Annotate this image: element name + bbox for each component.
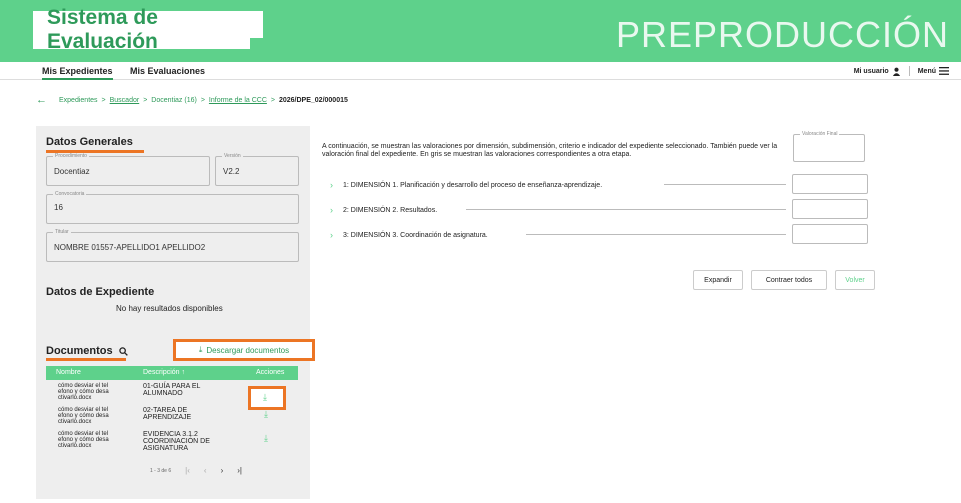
description-text: A continuación, se muestran las valoraci… [322,143,778,158]
divider [664,184,786,185]
breadcrumb-item-informe[interactable]: Informe de la CCC [209,97,267,104]
back-button[interactable]: Volver [835,270,875,290]
dimension-label: 2: DIMENSIÓN 2. Resultados. [343,206,438,214]
breadcrumb-separator: > [143,96,148,104]
user-icon [892,67,900,76]
chevron-right-icon[interactable]: › [330,180,333,190]
download-documents-label: Descargar documentos [206,345,290,355]
menu-label: Menú [917,67,936,75]
hamburger-icon [939,67,949,75]
document-description: EVIDENCIA 3.1.2 COORDINACIÓN DE ASIGNATU… [143,431,210,452]
first-page-icon[interactable]: |‹ [185,466,190,475]
pagination: 1 - 3 de 6 |‹ ‹ › ›| [150,466,242,475]
logo-notch [250,38,264,50]
breadcrumb-item-buscador[interactable]: Buscador [110,97,140,104]
collapse-all-button[interactable]: Contraer todos [751,270,827,290]
user-menu-button[interactable]: Mi usuario [854,67,901,76]
back-arrow-icon[interactable]: ← [36,94,47,106]
empty-results-text: No hay resultados disponibles [116,304,223,313]
divider [466,209,786,210]
breadcrumb-separator: > [270,96,275,104]
header-bar: Sistema de Evaluación PREPRODUCCIÓN [0,0,961,62]
column-header-acciones: Acciones [256,369,285,376]
download-icon[interactable]: ⤓ [263,392,267,403]
dimension-score-3[interactable] [792,224,868,244]
datos-expediente-title: Datos de Expediente [46,286,155,298]
dimension-label: 1: DIMENSIÓN 1. Planificación y desarrol… [343,181,603,189]
dimension-row-1[interactable]: › 1: DIMENSIÓN 1. Planificación y desarr… [322,180,602,190]
document-name: cómo desviar el tel efono y cómo desa ct… [58,407,109,425]
environment-label: PREPRODUCCIÓN [615,14,949,55]
procedimiento-value: Docentiaz [54,167,90,176]
breadcrumb-item-docentiaz[interactable]: Docentiaz (16) [151,97,197,104]
download-icon[interactable]: ⤓ [264,410,268,419]
valoracion-final-field[interactable]: Valoración Final [793,131,865,162]
tab-mis-expedientes[interactable]: Mis Expedientes [42,66,113,80]
user-menu-area: Mi usuario Menú [854,66,949,76]
highlighted-download-action: ⤓ [248,386,286,410]
breadcrumb-item-expedientes[interactable]: Expedientes [59,97,98,104]
procedimiento-label: Procedimiento [53,153,89,159]
title-underline [46,358,126,361]
breadcrumb-separator: > [200,96,205,104]
column-header-nombre[interactable]: Nombre [56,369,81,376]
menu-button[interactable]: Menú [918,67,949,75]
search-icon[interactable] [118,346,128,356]
dimension-row-2[interactable]: › 2: DIMENSIÓN 2. Resultados. [322,205,437,215]
dimension-score-2[interactable] [792,199,868,219]
documentos-heading: Documentos [46,345,128,357]
breadcrumb-current: 2026/DPE_02/000015 [278,96,348,104]
app-title[interactable]: Sistema de Evaluación [33,6,263,53]
titular-value: NOMBRE 01557-APELLIDO1 APELLIDO2 [54,243,206,252]
version-value: V2.2 [223,167,240,176]
document-name: cómo desviar el tel efono y cómo desa ct… [58,431,109,449]
breadcrumb-separator: > [101,96,106,104]
documentos-title: Documentos [46,345,113,357]
document-description: 01-GUÍA PARA EL ALUMNADO [143,383,201,397]
convocatoria-label: Convocatoria [53,191,87,197]
expand-button[interactable]: Expandir [693,270,743,290]
titular-label: Titular [53,229,71,235]
dimension-score-1[interactable] [792,174,868,194]
version-field: Versión V2.2 [215,153,299,186]
column-header-descripcion[interactable]: Descripción ↑ [143,369,185,376]
table-row: cómo desviar el tel efono y cómo desa ct… [46,428,298,452]
version-label: Versión [222,153,243,159]
titular-field: Titular NOMBRE 01557-APELLIDO1 APELLIDO2 [46,229,299,262]
dimension-label: 3: DIMENSIÓN 3. Coordinación de asignatu… [343,231,488,239]
user-label: Mi usuario [853,67,889,75]
download-documents-button[interactable]: ⤓ Descargar documentos [173,339,315,361]
download-icon: ⤓ [198,345,203,354]
datos-generales-title: Datos Generales [46,136,133,148]
nav-divider [908,66,910,76]
convocatoria-value: 16 [54,203,63,212]
last-page-icon[interactable]: ›| [237,466,242,475]
procedimiento-field: Procedimiento Docentiaz [46,153,210,186]
valoracion-final-label: Valoración Final [800,131,840,137]
divider [526,234,786,235]
table-header: Nombre Descripción ↑ Acciones [46,366,298,380]
prev-page-icon[interactable]: ‹ [204,466,207,475]
dimension-row-3[interactable]: › 3: DIMENSIÓN 3. Coordinación de asigna… [322,230,488,240]
breadcrumb: ← Expedientes > Buscador > Docentiaz (16… [36,94,348,106]
document-description: 02-TAREA DE APRENDIZAJE [143,407,192,421]
pagination-range: 1 - 3 de 6 [150,467,172,474]
tab-mis-evaluaciones[interactable]: Mis Evaluaciones [130,66,205,76]
download-icon[interactable]: ⤓ [264,434,268,443]
convocatoria-field: Convocatoria 16 [46,191,299,224]
main-nav: Mis Expedientes Mis Evaluaciones Mi usua… [0,62,961,80]
chevron-right-icon[interactable]: › [330,230,333,240]
document-name: cómo desviar el tel efono y cómo desa ct… [58,383,109,401]
chevron-right-icon[interactable]: › [330,205,333,215]
next-page-icon[interactable]: › [221,466,224,475]
